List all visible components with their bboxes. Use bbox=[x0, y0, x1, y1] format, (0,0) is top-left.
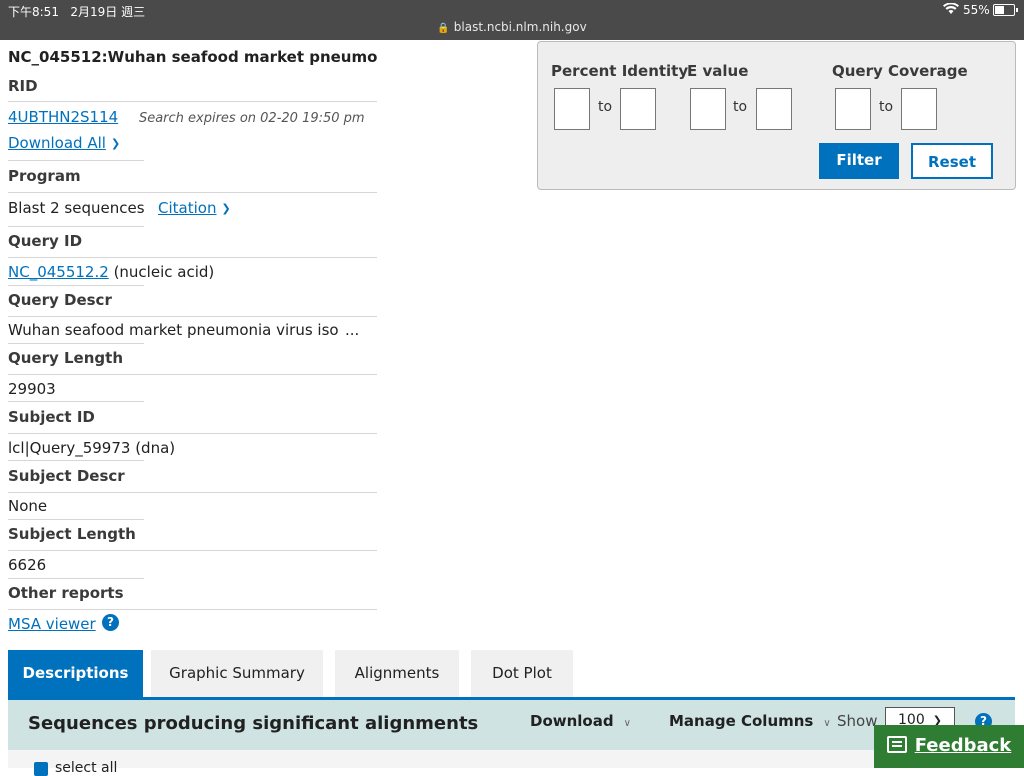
e-value-label: E value bbox=[687, 62, 749, 80]
msa-viewer-label: MSA viewer bbox=[8, 615, 96, 633]
divider bbox=[8, 609, 377, 610]
to-label: to bbox=[598, 99, 613, 115]
divider bbox=[8, 374, 377, 375]
citation-link[interactable]: Citation ❯ bbox=[158, 199, 231, 217]
query-coverage-min-input[interactable] bbox=[835, 88, 871, 130]
tab-descriptions[interactable]: Descriptions bbox=[8, 650, 143, 698]
divider bbox=[8, 316, 377, 317]
subject-id-value: lcl|Query_59973 (dna) bbox=[8, 439, 176, 457]
divider bbox=[8, 519, 144, 520]
subject-descr-value: None bbox=[8, 497, 48, 515]
download-all-link[interactable]: Download All ❯ bbox=[8, 134, 120, 152]
query-id-link[interactable]: NC_045512.2 bbox=[8, 263, 109, 281]
battery-icon bbox=[993, 4, 1018, 16]
reset-button[interactable]: Reset bbox=[911, 143, 993, 179]
msa-viewer-link[interactable]: MSA viewer bbox=[8, 615, 96, 633]
divider bbox=[8, 226, 144, 227]
manage-columns-label: Manage Columns bbox=[669, 712, 814, 730]
divider bbox=[8, 101, 377, 102]
divider bbox=[8, 401, 144, 402]
divider bbox=[8, 433, 377, 434]
percent-identity-min-input[interactable] bbox=[554, 88, 590, 130]
chevron-down-icon: ❯ bbox=[110, 137, 121, 150]
lock-icon: 🔒 bbox=[437, 23, 450, 34]
manage-columns-menu[interactable]: Manage Columns ∨ bbox=[669, 712, 831, 730]
page-title: NC_045512:Wuhan seafood market pneumonia… bbox=[8, 48, 378, 66]
wifi-icon bbox=[943, 2, 959, 18]
show-label: Show bbox=[837, 712, 878, 730]
divider bbox=[8, 343, 144, 344]
query-length-label: Query Length bbox=[8, 349, 123, 367]
divider bbox=[8, 257, 377, 258]
chevron-down-icon: ∨ bbox=[623, 718, 631, 729]
query-length-value: 29903 bbox=[8, 380, 56, 398]
results-title: Sequences producing significant alignmen… bbox=[28, 713, 479, 734]
select-all-label: select all bbox=[55, 760, 118, 776]
program-value: Blast 2 sequences bbox=[8, 199, 145, 217]
query-id-label: Query ID bbox=[8, 232, 83, 250]
divider bbox=[8, 550, 377, 551]
feedback-button[interactable]: Feedback bbox=[874, 725, 1024, 768]
download-menu[interactable]: Download ∨ bbox=[530, 712, 631, 730]
divider bbox=[8, 192, 377, 193]
divider bbox=[8, 492, 377, 493]
results-list bbox=[8, 750, 1015, 768]
feedback-icon bbox=[886, 736, 907, 753]
download-all-label: Download All bbox=[8, 134, 106, 152]
subject-length-label: Subject Length bbox=[8, 525, 136, 543]
chevron-down-icon: ∨ bbox=[823, 718, 831, 729]
query-descr-label: Query Descr bbox=[8, 291, 112, 309]
query-descr-value: Wuhan seafood market pneumonia virus iso… bbox=[8, 321, 338, 339]
subject-id-label: Subject ID bbox=[8, 408, 95, 426]
divider bbox=[8, 460, 144, 461]
status-time: 下午8:51 2月19日 週三 bbox=[8, 5, 146, 19]
help-icon[interactable]: ? bbox=[102, 614, 119, 631]
battery-percent: 55% bbox=[963, 3, 990, 17]
other-reports-label: Other reports bbox=[8, 584, 124, 602]
tab-dot-plot[interactable]: Dot Plot bbox=[471, 650, 573, 698]
divider bbox=[8, 578, 144, 579]
query-coverage-label: Query Coverage bbox=[832, 62, 968, 80]
e-value-min-input[interactable] bbox=[690, 88, 726, 130]
to-label: to bbox=[879, 99, 894, 115]
feedback-label: Feedback bbox=[914, 735, 1012, 756]
subject-length-value: 6626 bbox=[8, 556, 47, 574]
search-expires-text: Search expires on 02-20 19:50 pm bbox=[138, 111, 365, 126]
download-label: Download bbox=[530, 712, 614, 730]
tab-graphic-summary[interactable]: Graphic Summary bbox=[151, 650, 323, 698]
rid-row: 4UBTHN2S114 Search expires on 02-20 19:5… bbox=[8, 108, 365, 126]
rid-label: RID bbox=[8, 77, 38, 95]
percent-identity-max-input[interactable] bbox=[620, 88, 656, 130]
address-bar[interactable]: 🔒 blast.ncbi.nlm.nih.gov bbox=[0, 20, 1024, 34]
select-all-checkbox[interactable] bbox=[34, 762, 48, 776]
percent-identity-label: Percent Identity bbox=[551, 62, 689, 80]
program-label: Program bbox=[8, 167, 81, 185]
query-coverage-max-input[interactable] bbox=[901, 88, 937, 130]
filter-panel: Percent Identity E value Query Coverage … bbox=[537, 41, 1016, 190]
subject-descr-label: Subject Descr bbox=[8, 467, 125, 485]
divider bbox=[8, 285, 144, 286]
results-header: Sequences producing significant alignmen… bbox=[8, 700, 1015, 750]
e-value-max-input[interactable] bbox=[756, 88, 792, 130]
query-id-row: NC_045512.2 (nucleic acid) bbox=[8, 263, 214, 281]
url-text: blast.ncbi.nlm.nih.gov bbox=[453, 20, 587, 34]
to-label: to bbox=[733, 99, 748, 115]
status-bar: 下午8:51 2月19日 週三 🔒 blast.ncbi.nlm.nih.gov … bbox=[0, 0, 1024, 40]
rid-link[interactable]: 4UBTHN2S114 bbox=[8, 108, 118, 126]
tab-alignments[interactable]: Alignments bbox=[335, 650, 459, 698]
divider bbox=[8, 160, 144, 161]
query-descr-more[interactable]: ... bbox=[345, 321, 359, 339]
chevron-down-icon: ❯ bbox=[221, 202, 231, 215]
query-id-type: (nucleic acid) bbox=[113, 263, 215, 281]
filter-button[interactable]: Filter bbox=[819, 143, 899, 179]
citation-label: Citation bbox=[158, 199, 217, 217]
